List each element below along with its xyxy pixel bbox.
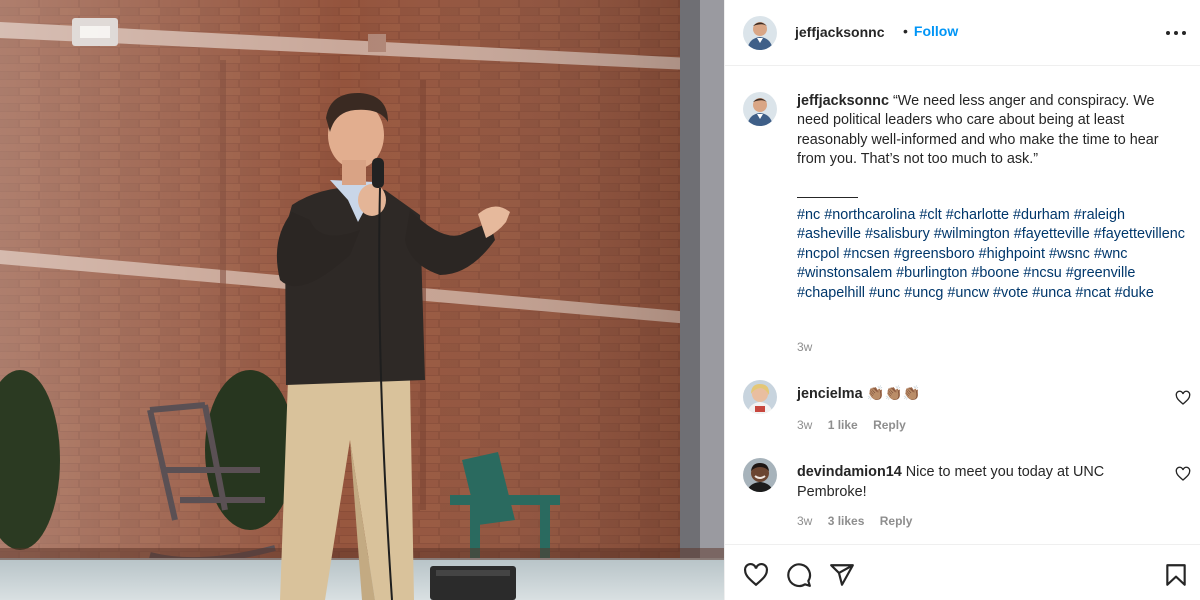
- post-side-panel: jeffjacksonnc • Follow jeffjacksonnc “We…: [724, 0, 1200, 600]
- follow-button[interactable]: • Follow: [903, 23, 958, 39]
- follow-label: Follow: [913, 23, 959, 39]
- caption-username[interactable]: jeffjacksonnc: [797, 93, 889, 109]
- reply-button[interactable]: Reply: [880, 514, 913, 528]
- comment-likes[interactable]: 3 likes: [828, 514, 865, 528]
- caption-hashtags[interactable]: #nc #northcarolina #clt #charlotte #durh…: [797, 206, 1187, 303]
- comment-meta: 3w 1 like Reply: [797, 418, 918, 432]
- comment-icon[interactable]: [786, 562, 812, 588]
- comment-text: jencielma 👏🏽👏🏽👏🏽: [797, 384, 1147, 404]
- caption-avatar[interactable]: [743, 92, 777, 126]
- author-username[interactable]: jeffjacksonnc: [795, 24, 884, 40]
- post-image: [0, 0, 724, 600]
- comment-heart-icon[interactable]: [1175, 466, 1191, 482]
- comment-body: 👏🏽👏🏽👏🏽: [866, 386, 921, 402]
- commenter-avatar[interactable]: [743, 458, 777, 492]
- comment-heart-icon[interactable]: [1175, 390, 1191, 406]
- reply-button[interactable]: Reply: [873, 418, 906, 432]
- share-icon[interactable]: [829, 562, 855, 588]
- comment-text: devindamion14 Nice to meet you today at …: [797, 462, 1147, 502]
- follow-separator: •: [903, 23, 908, 39]
- post-actions: [725, 544, 1200, 600]
- comment-likes[interactable]: 1 like: [828, 418, 858, 432]
- author-avatar[interactable]: [743, 16, 777, 50]
- comment-timestamp[interactable]: 3w: [797, 418, 812, 432]
- comment-username[interactable]: devindamion14: [797, 464, 902, 480]
- comment-timestamp[interactable]: 3w: [797, 514, 812, 528]
- caption-timestamp[interactable]: 3w: [797, 340, 812, 354]
- comment-username[interactable]: jencielma: [797, 386, 863, 402]
- save-icon[interactable]: [1163, 562, 1189, 588]
- caption-text: jeffjacksonnc “We need less anger and co…: [797, 92, 1187, 170]
- commenter-avatar[interactable]: [743, 380, 777, 414]
- comment-meta: 3w 3 likes Reply: [797, 514, 924, 528]
- post-header: jeffjacksonnc • Follow: [725, 0, 1200, 66]
- post-photo[interactable]: [0, 0, 724, 600]
- more-horizontal-icon[interactable]: [1161, 18, 1191, 48]
- heart-icon[interactable]: [743, 562, 769, 588]
- caption-divider: [797, 197, 858, 198]
